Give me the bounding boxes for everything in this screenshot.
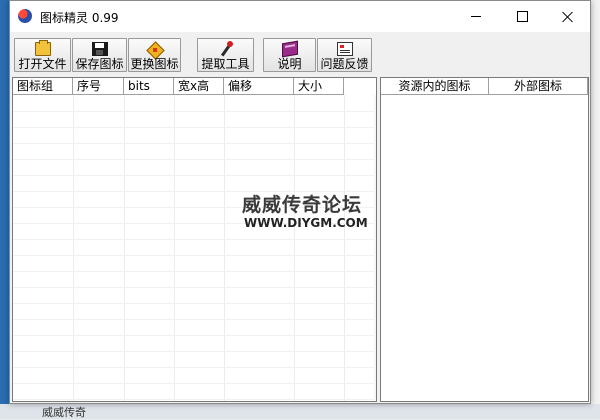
extract-tool-button[interactable]: 提取工具 <box>197 38 254 72</box>
minimize-button[interactable] <box>453 1 499 32</box>
background-window-text: 威威传奇 <box>42 406 86 419</box>
column-header-file-size[interactable]: 大小 <box>294 78 344 94</box>
grid-row-line <box>13 127 376 128</box>
grid-column-line <box>174 95 175 401</box>
grid-row-line <box>13 367 376 368</box>
toolbar: 打开文件 保存图标 更换图标 提取工具 说明 问题反馈 <box>11 36 589 74</box>
column-header-icon-group[interactable]: 图标组 <box>13 78 73 94</box>
icon-list-header: 图标组 序号 bits 宽x高 偏移 大小 <box>13 78 344 95</box>
grid-column-line <box>124 95 125 401</box>
grid-row-line <box>13 287 376 288</box>
grid-row-line <box>13 143 376 144</box>
column-header-offset[interactable]: 偏移 <box>224 78 294 94</box>
help-button[interactable]: 说明 <box>263 38 316 72</box>
replace-icon-button[interactable]: 更换图标 <box>128 38 181 72</box>
minimize-icon <box>471 16 481 17</box>
open-file-button[interactable]: 打开文件 <box>14 38 71 72</box>
desktop-background-right <box>590 0 600 419</box>
feedback-button[interactable]: 问题反馈 <box>317 38 372 72</box>
help-book-icon <box>281 40 298 58</box>
grid-column-line <box>294 95 295 401</box>
grid-row-line <box>13 303 376 304</box>
title-bar[interactable]: 图标精灵 0.99 <box>10 1 590 32</box>
grid-row-line <box>13 399 376 400</box>
app-logo-icon <box>18 9 32 23</box>
grid-row-line <box>13 111 376 112</box>
grid-row-line <box>13 175 376 176</box>
column-header-external-icons[interactable]: 外部图标 <box>489 78 588 94</box>
grid-row-line <box>13 271 376 272</box>
grid-row-line <box>13 255 376 256</box>
icon-list-view[interactable]: 图标组 序号 bits 宽x高 偏移 大小 <box>12 77 377 402</box>
close-icon <box>562 11 574 23</box>
save-disk-icon <box>91 42 108 56</box>
help-label: 说明 <box>277 57 302 71</box>
eyedropper-icon <box>218 41 234 56</box>
grid-row-line <box>13 159 376 160</box>
save-icon-label: 保存图标 <box>75 57 124 71</box>
icon-list-grid <box>13 95 376 401</box>
watermark-title: 威威传奇论坛 <box>242 194 363 216</box>
grid-row-line <box>13 335 376 336</box>
grid-row-line <box>13 319 376 320</box>
resource-list-header: 资源内的图标 外部图标 <box>381 78 588 95</box>
column-header-size-wh[interactable]: 宽x高 <box>174 78 224 94</box>
resource-icons-view[interactable]: 资源内的图标 外部图标 <box>380 77 589 402</box>
maximize-button[interactable] <box>499 1 545 32</box>
grid-column-line <box>224 95 225 401</box>
replace-icon-label: 更换图标 <box>130 57 179 71</box>
open-file-label: 打开文件 <box>18 57 67 71</box>
desktop-background-bottom <box>0 404 600 419</box>
window-title: 图标精灵 0.99 <box>40 11 119 25</box>
grid-row-line <box>13 383 376 384</box>
column-header-bits[interactable]: bits <box>124 78 174 94</box>
column-header-index[interactable]: 序号 <box>73 78 124 94</box>
feedback-label: 问题反馈 <box>320 57 369 71</box>
grid-row-line <box>13 239 376 240</box>
maximize-icon <box>516 11 528 22</box>
list-scroll-edge <box>374 95 376 401</box>
watermark-url: WWW.DIYGM.COM <box>244 216 368 230</box>
feedback-card-icon <box>336 42 353 56</box>
replace-icon <box>147 42 163 58</box>
grid-row-line <box>13 351 376 352</box>
column-header-resource-icons[interactable]: 资源内的图标 <box>381 78 489 94</box>
open-folder-icon <box>34 40 51 56</box>
close-button[interactable] <box>545 1 591 32</box>
save-icon-button[interactable]: 保存图标 <box>72 38 127 72</box>
grid-column-line <box>73 95 74 401</box>
grid-column-line <box>344 95 345 401</box>
extract-tool-label: 提取工具 <box>201 57 250 71</box>
